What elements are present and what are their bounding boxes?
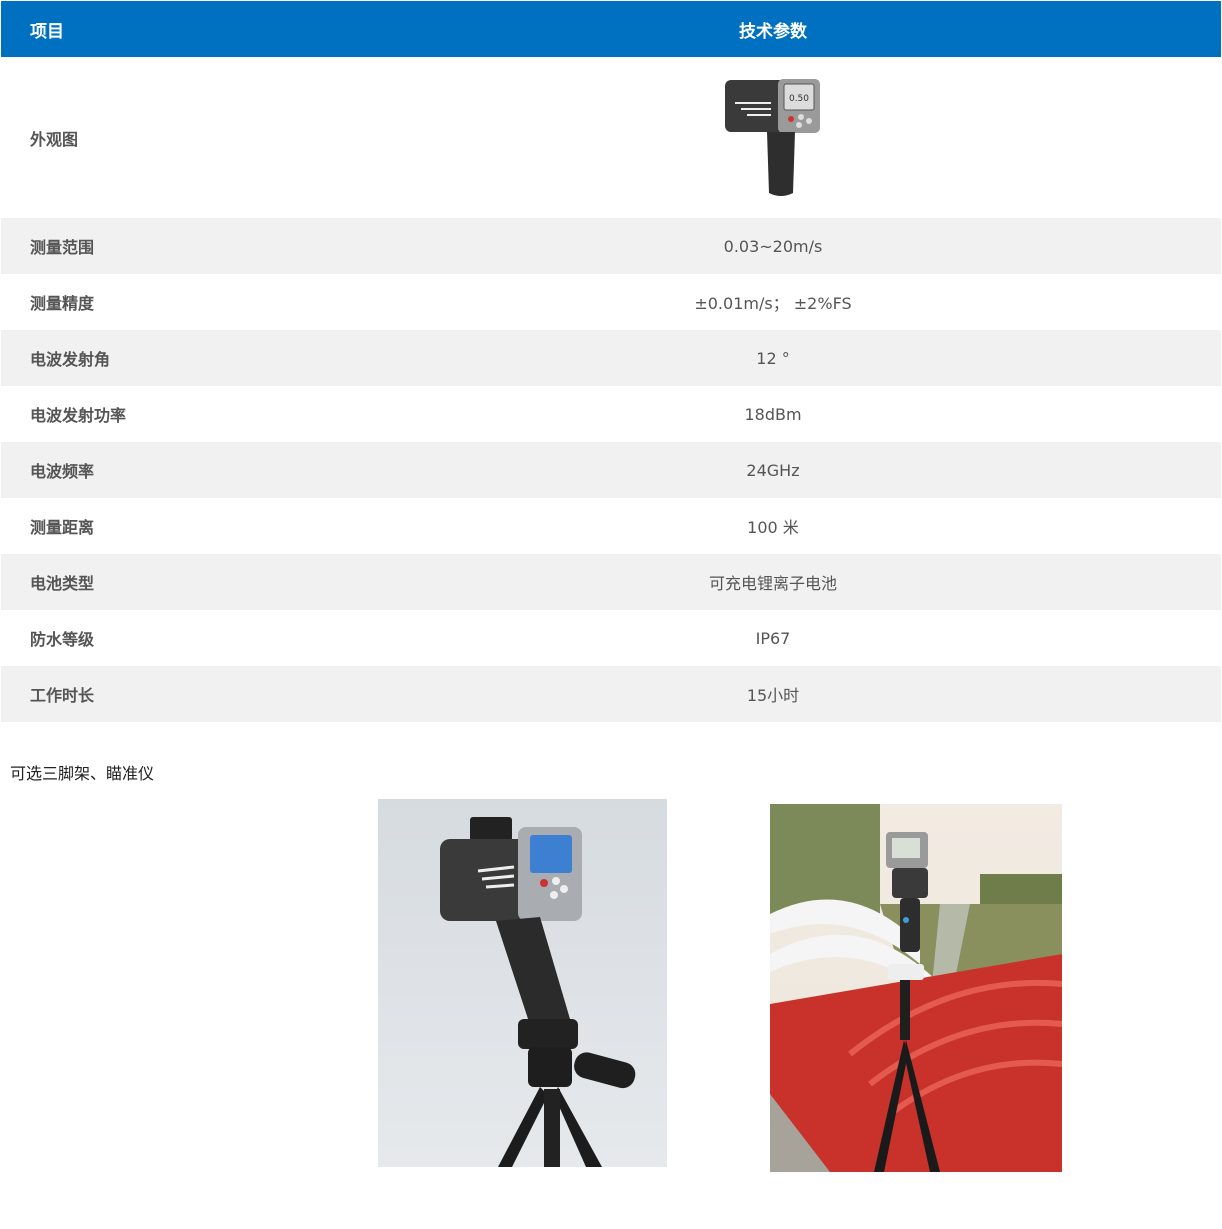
table-row: 测量距离 100 米 — [1, 498, 1221, 554]
device-image-cell: 0.50 — [325, 57, 1221, 218]
table-row: 工作时长 15小时 — [1, 666, 1221, 722]
table-row-appearance: 外观图 0.50 — [1, 57, 1221, 218]
header-value: 技术参数 — [325, 1, 1221, 57]
row-value: ±0.01m/s； ±2%FS — [694, 294, 852, 313]
row-value: 18dBm — [744, 404, 802, 424]
header-item: 项目 — [1, 1, 325, 57]
row-label: 电波频率 — [1, 442, 325, 498]
row-label: 防水等级 — [30, 630, 95, 649]
row-label: 测量范围 — [1, 218, 325, 274]
row-label: 测量精度 — [30, 294, 95, 313]
row-label: 电池类型 — [1, 554, 325, 610]
row-value: IP67 — [755, 628, 791, 648]
table-row: 电波发射角 12 ° — [1, 330, 1221, 386]
table-row: 电波发射功率 18dBm — [1, 386, 1221, 442]
device-product-image: 0.50 — [725, 79, 820, 196]
table-row: 测量范围 0.03~20m/s — [1, 218, 1221, 274]
table-header-row: 项目 技术参数 — [1, 1, 1221, 57]
device-screen-readout: 0.50 — [789, 94, 809, 104]
table-row: 电波频率 24GHz — [1, 442, 1221, 498]
spec-table: 项目 技术参数 外观图 0.50 测量范围 0.03~20m/s 测量精度 ±0… — [1, 1, 1221, 722]
table-row: 电池类型 可充电锂离子电池 — [1, 554, 1221, 610]
row-label: 电波发射功率 — [30, 406, 127, 425]
row-label: 工作时长 — [1, 666, 325, 722]
row-label: 外观图 — [1, 57, 325, 218]
row-label: 测量距离 — [30, 518, 95, 537]
row-value: 0.03~20m/s — [325, 218, 1221, 274]
optional-accessories-caption: 可选三脚架、瞄准仪 — [10, 764, 155, 783]
tripod-field-photo — [770, 804, 1062, 1172]
tripod-studio-photo — [378, 799, 667, 1167]
table-row: 防水等级 IP67 — [1, 610, 1221, 666]
table-row: 测量精度 ±0.01m/s； ±2%FS — [1, 274, 1221, 330]
row-label: 电波发射角 — [1, 330, 325, 386]
row-value: 12 ° — [325, 330, 1221, 386]
row-value: 15小时 — [325, 666, 1221, 722]
row-value: 可充电锂离子电池 — [325, 554, 1221, 610]
row-value: 100 米 — [747, 518, 799, 537]
row-value: 24GHz — [325, 442, 1221, 498]
